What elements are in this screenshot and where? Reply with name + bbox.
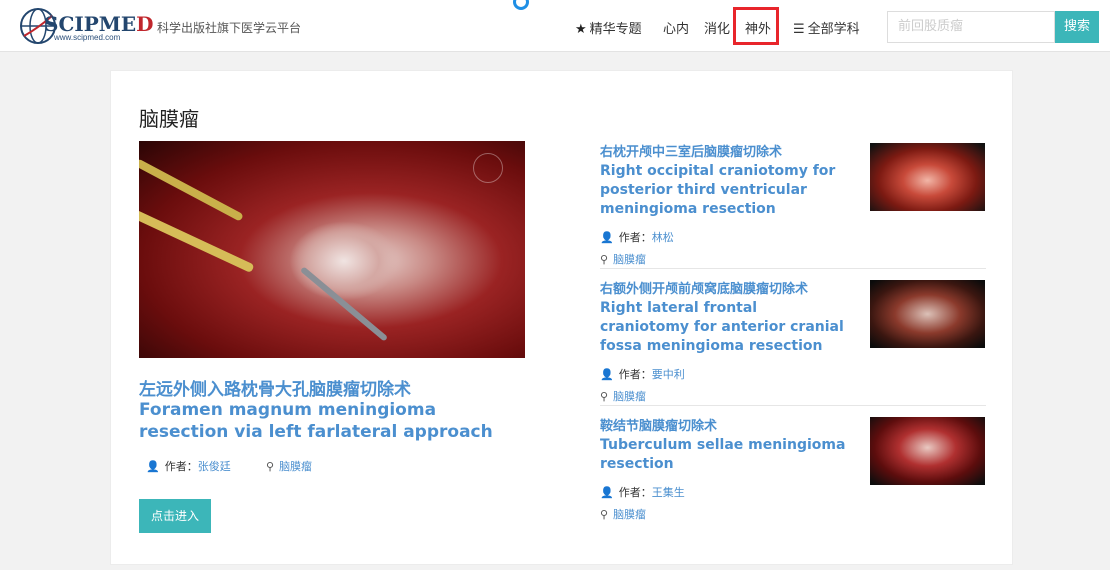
feature-title-cn[interactable]: 左远外侧入路枕骨大孔脑膜瘤切除术 — [139, 375, 411, 400]
article-tag: ⚲ 脑膜瘤 — [600, 506, 986, 522]
user-icon: 👤 — [600, 486, 614, 499]
nav-featured[interactable]: ★ 精华专题 — [575, 18, 642, 37]
article-thumbnail[interactable] — [870, 280, 985, 348]
divider — [600, 268, 986, 269]
article-thumbnail[interactable] — [870, 143, 985, 211]
section-title: 脑膜瘤 — [139, 107, 199, 131]
watermark-icon — [473, 153, 503, 183]
nav-all-subjects[interactable]: ☰ 全部学科 — [793, 18, 860, 37]
key-icon: ⚲ — [266, 460, 275, 473]
article-author-link[interactable]: 要中利 — [652, 368, 685, 381]
article-author: 👤 作者：林松 — [600, 231, 674, 244]
article-item: 右枕开颅中三室后脑膜瘤切除术 Right occipital craniotom… — [600, 143, 986, 267]
user-icon: 👤 — [146, 460, 160, 473]
article-item: 右额外侧开颅前颅窝底脑膜瘤切除术 Right lateral frontal c… — [600, 280, 986, 404]
key-icon: ⚲ — [600, 390, 609, 403]
search-button[interactable]: 搜索 — [1055, 11, 1099, 43]
site-logo[interactable]: SCIPMED www.scipmed.com — [18, 6, 153, 46]
search-input[interactable]: 前回股质瘤 — [887, 11, 1055, 43]
article-tag-link[interactable]: 脑膜瘤 — [613, 390, 646, 403]
article-tag-link[interactable]: 脑膜瘤 — [613, 253, 646, 266]
logo-url: www.scipmed.com — [54, 33, 121, 42]
nav-neurosurgery[interactable]: 神外 — [745, 18, 771, 37]
article-tag-link[interactable]: 脑膜瘤 — [613, 508, 646, 521]
nav-cardiology[interactable]: 心内 — [663, 18, 689, 37]
key-icon: ⚲ — [600, 508, 609, 521]
feature-tag-link[interactable]: 脑膜瘤 — [279, 460, 312, 473]
feature-video-thumbnail[interactable] — [139, 141, 525, 358]
feature-title-en[interactable]: Foramen magnum meningioma resection via … — [139, 399, 519, 443]
site-tagline: 科学出版社旗下医学云平台 — [157, 21, 302, 35]
user-icon: 👤 — [600, 231, 614, 244]
list-icon: ☰ — [793, 22, 805, 37]
article-author-link[interactable]: 王集生 — [652, 486, 685, 499]
loading-spinner-icon — [513, 0, 529, 10]
top-header: SCIPMED www.scipmed.com 科学出版社旗下医学云平台 ★ 精华… — [0, 0, 1110, 52]
article-title-en[interactable]: Right occipital craniotomy for posterior… — [600, 162, 850, 219]
article-tag: ⚲ 脑膜瘤 — [600, 388, 986, 404]
content-card: 脑膜瘤 左远外侧入路枕骨大孔脑膜瘤切除术 Foramen magnum meni… — [110, 70, 1013, 565]
feature-author: 👤 作者：张俊廷 — [146, 460, 231, 473]
article-author: 👤 作者：要中利 — [600, 368, 685, 381]
star-icon: ★ — [575, 22, 587, 37]
article-author-link[interactable]: 林松 — [652, 231, 674, 244]
enter-button[interactable]: 点击进入 — [139, 499, 211, 533]
feature-author-link[interactable]: 张俊廷 — [198, 460, 231, 473]
article-title-en[interactable]: Right lateral frontal craniotomy for ant… — [600, 299, 850, 356]
article-thumbnail[interactable] — [870, 417, 985, 485]
article-tag: ⚲ 脑膜瘤 — [600, 251, 986, 267]
article-item: 鞍结节脑膜瘤切除术 Tuberculum sellae meningioma r… — [600, 417, 986, 522]
feature-tag: ⚲ 脑膜瘤 — [266, 458, 312, 474]
nav-digestive[interactable]: 消化 — [704, 18, 730, 37]
key-icon: ⚲ — [600, 253, 609, 266]
article-title-en[interactable]: Tuberculum sellae meningioma resection — [600, 436, 850, 474]
article-author: 👤 作者：王集生 — [600, 486, 685, 499]
user-icon: 👤 — [600, 368, 614, 381]
divider — [600, 405, 986, 406]
